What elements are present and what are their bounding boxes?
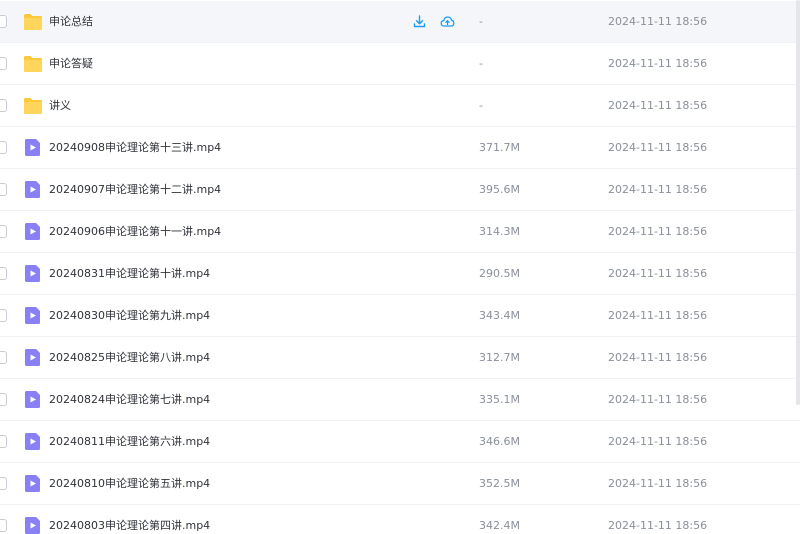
video-file-icon	[23, 264, 43, 283]
video-file-icon	[23, 474, 43, 493]
file-modified-date: 2024-11-11 18:56	[608, 15, 708, 28]
file-size: 314.3M	[479, 225, 520, 238]
file-size: 346.6M	[479, 435, 520, 448]
row-checkbox[interactable]	[0, 309, 7, 322]
row-checkbox[interactable]	[0, 99, 7, 112]
file-size: 395.6M	[479, 183, 520, 196]
file-row[interactable]: 20240906申论理论第十一讲.mp4 314.3M 2024-11-11 18:…	[0, 211, 800, 253]
file-name[interactable]: 20240825申论理论第八讲.mp4	[49, 337, 210, 379]
file-size: 312.7M	[479, 351, 520, 364]
file-name[interactable]: 20240830申论理论第九讲.mp4	[49, 295, 210, 337]
file-size: 342.4M	[479, 519, 520, 532]
file-modified-date: 2024-11-11 18:56	[608, 477, 708, 490]
file-modified-date: 2024-11-11 18:56	[608, 225, 708, 238]
file-row[interactable]: 20240803申论理论第四讲.mp4 342.4M 2024-11-11 18:5…	[0, 505, 800, 534]
row-checkbox[interactable]	[0, 519, 7, 532]
file-name[interactable]: 20240907申论理论第十二讲.mp4	[49, 169, 221, 211]
file-size: -	[479, 15, 483, 28]
file-name[interactable]: 20240803申论理论第四讲.mp4	[49, 505, 210, 534]
row-actions	[412, 14, 455, 30]
file-row[interactable]: 20240825申论理论第八讲.mp4 312.7M 2024-11-11 18:5…	[0, 337, 800, 379]
row-checkbox[interactable]	[0, 225, 7, 238]
file-modified-date: 2024-11-11 18:56	[608, 267, 708, 280]
file-row[interactable]: 20240908申论理论第十三讲.mp4 371.7M 2024-11-11 18:…	[0, 127, 800, 169]
file-modified-date: 2024-11-11 18:56	[608, 309, 708, 322]
file-name[interactable]: 20240831申论理论第十讲.mp4	[49, 253, 210, 295]
video-file-icon	[23, 348, 43, 367]
folder-icon	[23, 12, 43, 31]
file-row[interactable]: 讲义 - 2024-11-11 18:56	[0, 85, 800, 127]
folder-icon	[23, 96, 43, 115]
file-list: 申论总结 - 2024-11-11 18:56 申论答疑 - 2024-11-11 18:…	[0, 0, 800, 534]
file-name[interactable]: 20240824申论理论第七讲.mp4	[49, 379, 210, 421]
file-size: 343.4M	[479, 309, 520, 322]
file-size: -	[479, 57, 483, 70]
row-checkbox[interactable]	[0, 57, 7, 70]
file-row[interactable]: 20240831申论理论第十讲.mp4 290.5M 2024-11-11 18:5…	[0, 253, 800, 295]
video-file-icon	[23, 432, 43, 451]
file-row[interactable]: 20240830申论理论第九讲.mp4 343.4M 2024-11-11 18:5…	[0, 295, 800, 337]
row-checkbox[interactable]	[0, 351, 7, 364]
file-row[interactable]: 20240907申论理论第十二讲.mp4 395.6M 2024-11-11 18:…	[0, 169, 800, 211]
video-file-icon	[23, 306, 43, 325]
file-name[interactable]: 20240908申论理论第十三讲.mp4	[49, 127, 221, 169]
row-checkbox[interactable]	[0, 141, 7, 154]
file-name[interactable]: 讲义	[49, 85, 71, 127]
file-name[interactable]: 20240810申论理论第五讲.mp4	[49, 463, 210, 505]
file-modified-date: 2024-11-11 18:56	[608, 57, 708, 70]
video-file-icon	[23, 222, 43, 241]
folder-icon	[23, 54, 43, 73]
row-checkbox[interactable]	[0, 435, 7, 448]
row-checkbox[interactable]	[0, 183, 7, 196]
file-size: 371.7M	[479, 141, 520, 154]
file-size: 352.5M	[479, 477, 520, 490]
cloud-upload-icon[interactable]	[440, 14, 455, 29]
row-checkbox[interactable]	[0, 393, 7, 406]
file-name[interactable]: 申论总结	[49, 1, 93, 43]
video-file-icon	[23, 390, 43, 409]
file-size: -	[479, 99, 483, 112]
video-file-icon	[23, 138, 43, 157]
file-name[interactable]: 20240906申论理论第十一讲.mp4	[49, 211, 221, 253]
file-modified-date: 2024-11-11 18:56	[608, 99, 708, 112]
row-checkbox[interactable]	[0, 267, 7, 280]
row-checkbox[interactable]	[0, 477, 7, 490]
scrollbar[interactable]	[796, 0, 800, 405]
video-file-icon	[23, 516, 43, 534]
row-checkbox[interactable]	[0, 15, 7, 28]
file-modified-date: 2024-11-11 18:56	[608, 435, 708, 448]
file-name[interactable]: 20240811申论理论第六讲.mp4	[49, 421, 210, 463]
file-modified-date: 2024-11-11 18:56	[608, 519, 708, 532]
video-file-icon	[23, 180, 43, 199]
file-row[interactable]: 申论答疑 - 2024-11-11 18:56	[0, 43, 800, 85]
file-row[interactable]: 申论总结 - 2024-11-11 18:56	[0, 1, 800, 43]
file-size: 335.1M	[479, 393, 520, 406]
file-size: 290.5M	[479, 267, 520, 280]
file-modified-date: 2024-11-11 18:56	[608, 393, 708, 406]
file-name[interactable]: 申论答疑	[49, 43, 93, 85]
file-modified-date: 2024-11-11 18:56	[608, 183, 708, 196]
file-modified-date: 2024-11-11 18:56	[608, 141, 708, 154]
file-modified-date: 2024-11-11 18:56	[608, 351, 708, 364]
file-row[interactable]: 20240811申论理论第六讲.mp4 346.6M 2024-11-11 18:5…	[0, 421, 800, 463]
file-row[interactable]: 20240824申论理论第七讲.mp4 335.1M 2024-11-11 18:5…	[0, 379, 800, 421]
download-icon[interactable]	[412, 14, 427, 29]
file-row[interactable]: 20240810申论理论第五讲.mp4 352.5M 2024-11-11 18:5…	[0, 463, 800, 505]
